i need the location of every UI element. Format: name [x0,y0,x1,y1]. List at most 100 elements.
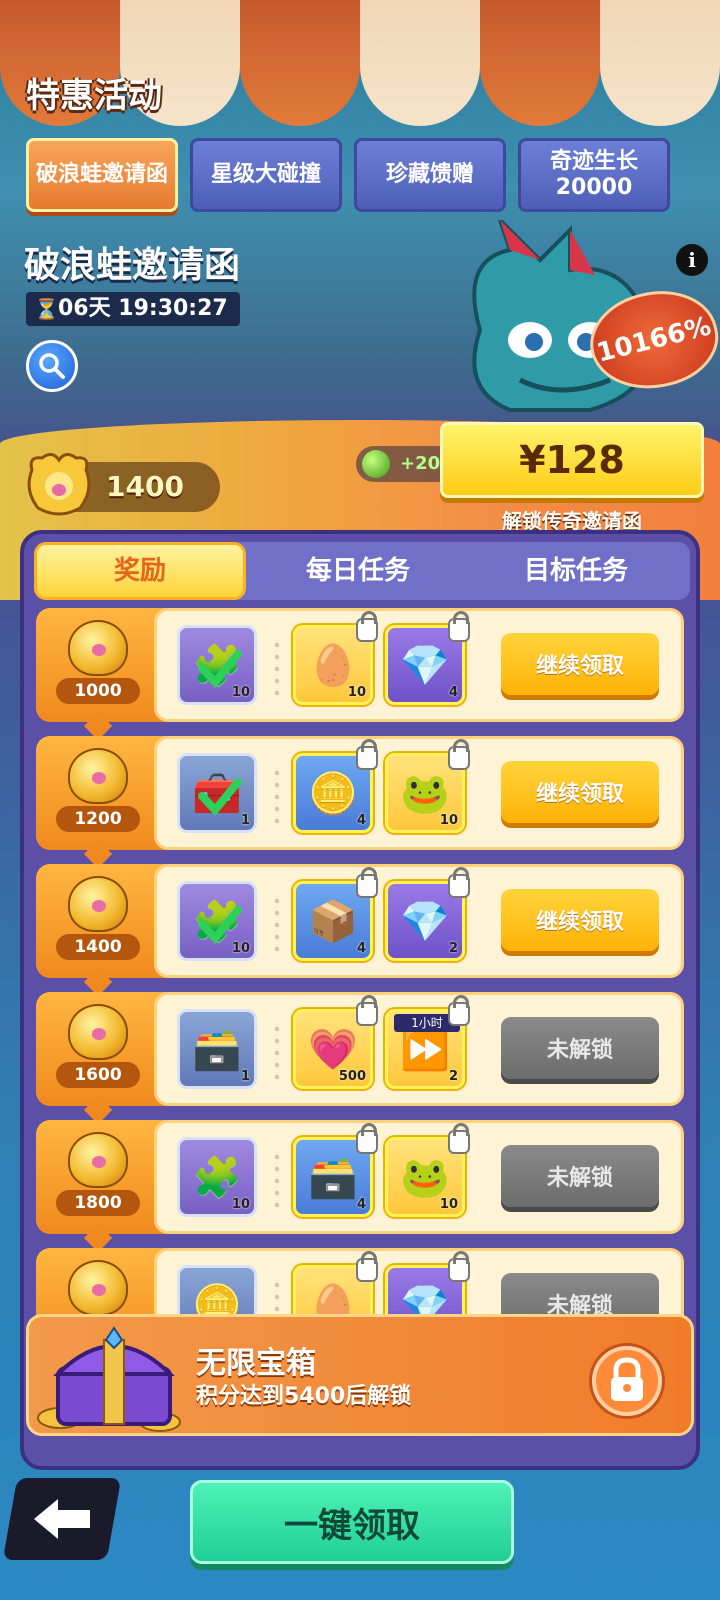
reward-row: 1400 🧩 10 📦 4 💎 2 继续领取 [36,864,684,997]
back-button[interactable] [2,1478,122,1560]
checkmark-icon [198,906,242,945]
tab-daily-tasks[interactable]: 每日任务 [252,542,464,600]
points-medal-icon [68,1004,128,1060]
free-reward-item[interactable]: 🧩 10 [177,1137,257,1217]
premium-reward-item[interactable]: 📦 4 [293,867,378,961]
tab-rewards[interactable]: 奖励 [34,542,246,600]
lock-icon [356,739,378,770]
item-qty: 1 [240,813,250,828]
lock-icon [448,867,470,898]
divider [275,895,279,955]
reward-row: 1800 🧩 10 🗃️ 4 🐸 10 未解锁 [36,1120,684,1253]
reward-items: 🗃️ 1 💗 500 ⏩ 1小时 2 未解锁 [154,992,684,1106]
tier-points: 1600 [56,1062,140,1088]
item-qty: 10 [231,941,250,956]
tab-frog-invitation[interactable]: 破浪蛙邀请函 [26,138,178,212]
claim-button[interactable]: 继续领取 [501,633,659,695]
tier-points: 1200 [56,806,140,832]
green-orb-icon [362,450,390,478]
free-reward-item[interactable]: 🧰 1 [177,753,257,833]
premium-reward-item[interactable]: 🥚 10 [293,611,378,705]
points-medal-icon [68,1132,128,1188]
lock-icon [448,1123,470,1154]
lock-icon [356,1251,378,1282]
tab-star-clash[interactable]: 星级大碰撞 [190,138,342,212]
tier-block: 1400 [36,864,166,978]
chest-lock-button[interactable] [592,1346,662,1416]
panel-tab-bar: 奖励 每日任务 目标任务 [34,542,690,600]
reward-items: 🧩 10 🥚 10 💎 4 继续领取 [154,608,684,722]
checkmark-icon [198,650,242,689]
lock-icon [356,867,378,898]
lock-icon [448,611,470,642]
claim-button[interactable]: 继续领取 [501,889,659,951]
tab-goal-tasks[interactable]: 目标任务 [470,542,682,600]
reward-items: 🧩 10 📦 4 💎 2 继续领取 [154,864,684,978]
points-value: 1400 [106,470,184,503]
reward-row: 1200 🧰 1 🪙 4 🐸 10 继续领取 [36,736,684,869]
collect-all-button[interactable]: 一键领取 [190,1480,514,1564]
divider [275,767,279,827]
locked-button[interactable]: 未解锁 [501,1017,659,1079]
item-qty: 10 [347,685,366,700]
tier-points: 1400 [56,934,140,960]
item-qty: 2 [448,941,458,956]
points-medal-icon [27,453,91,516]
premium-reward-item[interactable]: 🐸 10 [385,739,470,833]
infinite-chest-subtitle: 积分达到5400后解锁 [196,1384,412,1409]
purchase-button[interactable]: ¥128 [440,422,704,498]
item-qty: 4 [356,1197,366,1212]
tab-treasure-gift[interactable]: 珍藏馈赠 [354,138,506,212]
tier-points: 1800 [56,1190,140,1216]
locked-button[interactable]: 未解锁 [501,1145,659,1207]
event-tab-bar: 破浪蛙邀请函 星级大碰撞 珍藏馈赠 奇迹生长20000 [26,138,686,212]
item-qty: 10 [439,1197,458,1212]
divider [275,639,279,699]
tier-block: 1600 [36,992,166,1106]
reward-items: 🧰 1 🪙 4 🐸 10 继续领取 [154,736,684,850]
magnifier-icon [39,353,65,379]
item-qty: 4 [356,813,366,828]
points-medal-icon [68,620,128,676]
item-qty: 10 [439,813,458,828]
countdown-timer: ⏳ 06天 19:30:27 [26,292,240,326]
item-qty: 10 [231,685,250,700]
countdown-text: 06天 19:30:27 [58,296,228,321]
reward-items: 🧩 10 🗃️ 4 🐸 10 未解锁 [154,1120,684,1234]
premium-reward-item[interactable]: 💗 500 [293,995,378,1089]
lock-icon [356,995,378,1026]
lock-icon [356,1123,378,1154]
premium-reward-item[interactable]: 🐸 10 [385,1123,470,1217]
tier-points: 1000 [56,678,140,704]
lock-icon [448,1251,470,1282]
search-button[interactable] [26,340,78,392]
premium-reward-item[interactable]: 💎 4 [385,611,470,705]
tab-miracle-growth[interactable]: 奇迹生长20000 [518,138,670,212]
reward-row: 1600 🗃️ 1 💗 500 ⏩ 1小时 2 未解锁 [36,992,684,1125]
tier-block: 1000 [36,608,166,722]
tier-block: 1200 [36,736,166,850]
points-medal-icon [68,1260,128,1316]
purple-chest-icon [37,1326,181,1432]
infinite-chest-title: 无限宝箱 [196,1346,316,1381]
divider [275,1151,279,1211]
item-qty: 10 [231,1197,250,1212]
points-medal-icon [68,748,128,804]
claim-button[interactable]: 继续领取 [501,761,659,823]
tier-block: 1800 [36,1120,166,1234]
lock-icon [448,739,470,770]
lock-icon [356,611,378,642]
premium-reward-item[interactable]: 💎 2 [385,867,470,961]
premium-reward-item[interactable]: 🪙 4 [293,739,378,833]
hourglass-icon: ⏳ [34,297,59,321]
event-title: 破浪蛙邀请函 [24,245,241,286]
padlock-icon [611,1357,643,1401]
lock-icon [448,995,470,1026]
reward-row: 1000 🧩 10 🥚 10 💎 4 继续领取 [36,608,684,741]
free-reward-item[interactable]: 🧩 10 [177,881,257,961]
free-reward-item[interactable]: 🗃️ 1 [177,1009,257,1089]
item-qty: 2 [448,1069,458,1084]
free-reward-item[interactable]: 🧩 10 [177,625,257,705]
premium-reward-item[interactable]: 🗃️ 4 [293,1123,378,1217]
premium-reward-item[interactable]: ⏩ 1小时 2 [385,995,470,1089]
